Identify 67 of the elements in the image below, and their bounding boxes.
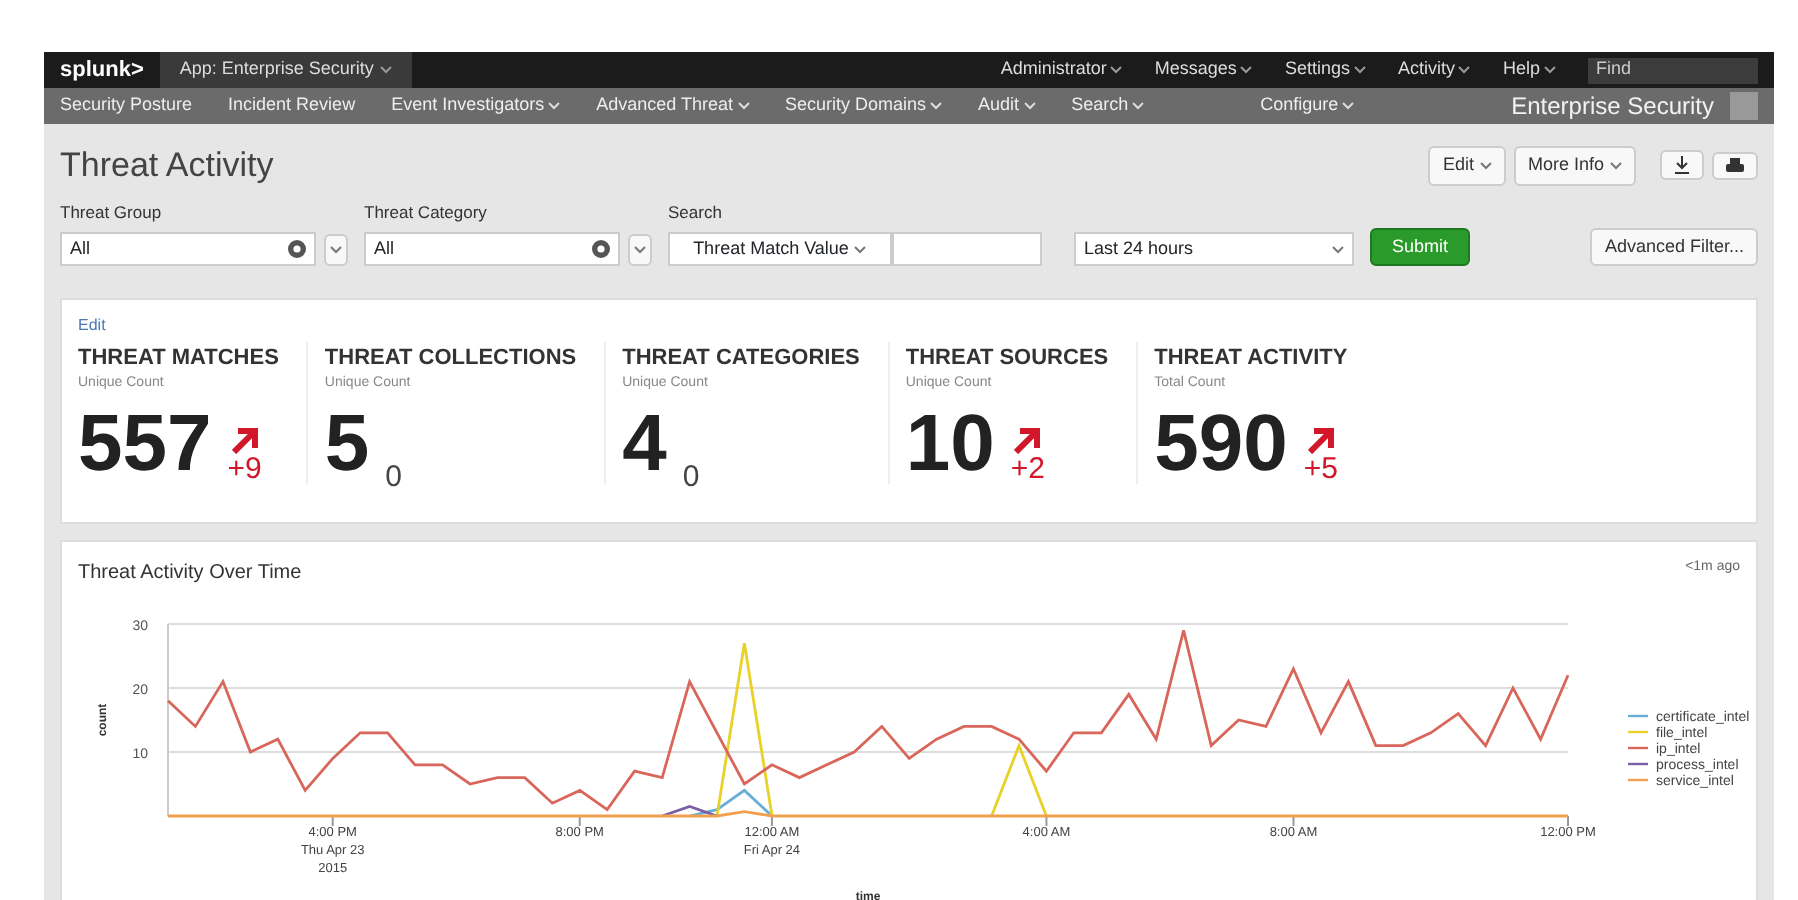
field-label: Threat Group (60, 199, 164, 225)
kpi-delta: 0 (385, 461, 403, 492)
field-label: Threat Category (364, 199, 489, 225)
kpi-delta: +5 (1303, 453, 1338, 484)
caret-icon (854, 245, 867, 254)
nav-link[interactable]: Security Domains (785, 92, 943, 120)
printer-icon (1726, 157, 1744, 174)
advanced-filter-button[interactable]: Advanced Filter... (1590, 227, 1758, 267)
edit-link[interactable]: Edit (78, 316, 106, 335)
caret-icon (1458, 66, 1471, 74)
nav-link[interactable]: Advanced Threat (596, 92, 750, 120)
download-icon (1674, 156, 1690, 175)
clear-icon (592, 240, 610, 259)
menu-link[interactable]: Activity (1397, 56, 1471, 84)
caret-icon (1110, 66, 1123, 74)
kpi-title: THREAT COLLECTIONS (324, 343, 577, 374)
panel-title: Threat Activity Over Time (78, 560, 302, 589)
nav-link[interactable]: Audit (978, 92, 1036, 120)
kpi-title: THREAT CATEGORIES (622, 343, 860, 374)
caret-icon (634, 245, 646, 254)
kpi-value: 557 (78, 403, 212, 484)
dropdown-button[interactable]: Edit (1428, 146, 1506, 185)
dropdown-button[interactable]: More Info (1513, 146, 1636, 185)
splunk-logo[interactable]: splunk> (44, 53, 160, 87)
kpi-delta: +2 (1010, 453, 1045, 484)
caret-icon (330, 245, 342, 254)
print-button[interactable] (1712, 151, 1758, 180)
download-button[interactable] (1660, 150, 1704, 181)
search-type-select[interactable]: Threat Match Value (668, 232, 892, 267)
page-title: Threat Activity (60, 144, 274, 188)
dropdown-toggle-button[interactable] (324, 233, 348, 266)
dropdown-toggle-button[interactable] (628, 233, 652, 266)
brand-title: Enterprise Security (1511, 90, 1714, 124)
menu-link[interactable]: Administrator (1000, 56, 1123, 84)
select-field[interactable]: All (364, 232, 620, 267)
submit-button[interactable]: Submit (1370, 227, 1471, 267)
kpi-value: 590 (1154, 403, 1288, 484)
find-field[interactable]: Find (1588, 57, 1758, 83)
nav-link[interactable]: Event Investigators (391, 92, 561, 120)
kpi-title: THREAT SOURCES (905, 343, 1109, 374)
nav-link[interactable]: Security Posture (60, 92, 193, 120)
caret-icon (1610, 161, 1622, 170)
kpi-value: 4 (622, 403, 667, 484)
caret-icon (1332, 245, 1344, 254)
kpi-value: 10 (905, 403, 995, 484)
menu-link[interactable]: Help (1502, 56, 1556, 84)
caret-icon (1479, 161, 1492, 170)
menu-link[interactable]: Messages (1154, 56, 1253, 84)
kpi-title: THREAT MATCHES (78, 343, 279, 374)
caret-icon (379, 66, 392, 74)
search-field[interactable] (892, 232, 1042, 267)
kpi-delta: 0 (682, 461, 700, 492)
caret-icon (1240, 66, 1253, 74)
caret-icon (1544, 66, 1556, 74)
select-field[interactable]: All (60, 232, 316, 267)
kpi-value: 5 (324, 403, 370, 484)
nav-link[interactable]: Incident Review (228, 92, 356, 120)
time-range-select[interactable]: Last 24 hours (1074, 232, 1354, 267)
clear-icon (288, 240, 306, 259)
nav-link[interactable]: Configure (1260, 92, 1355, 120)
caret-icon (1353, 66, 1366, 74)
field-label: Search (668, 199, 724, 225)
kpi-delta: +9 (227, 453, 262, 484)
kpi-title: THREAT ACTIVITY (1154, 343, 1348, 374)
menu-link[interactable]: Settings (1284, 56, 1366, 84)
app-menu[interactable]: App: Enterprise Security (159, 52, 412, 88)
nav-link[interactable]: Search (1071, 92, 1145, 120)
